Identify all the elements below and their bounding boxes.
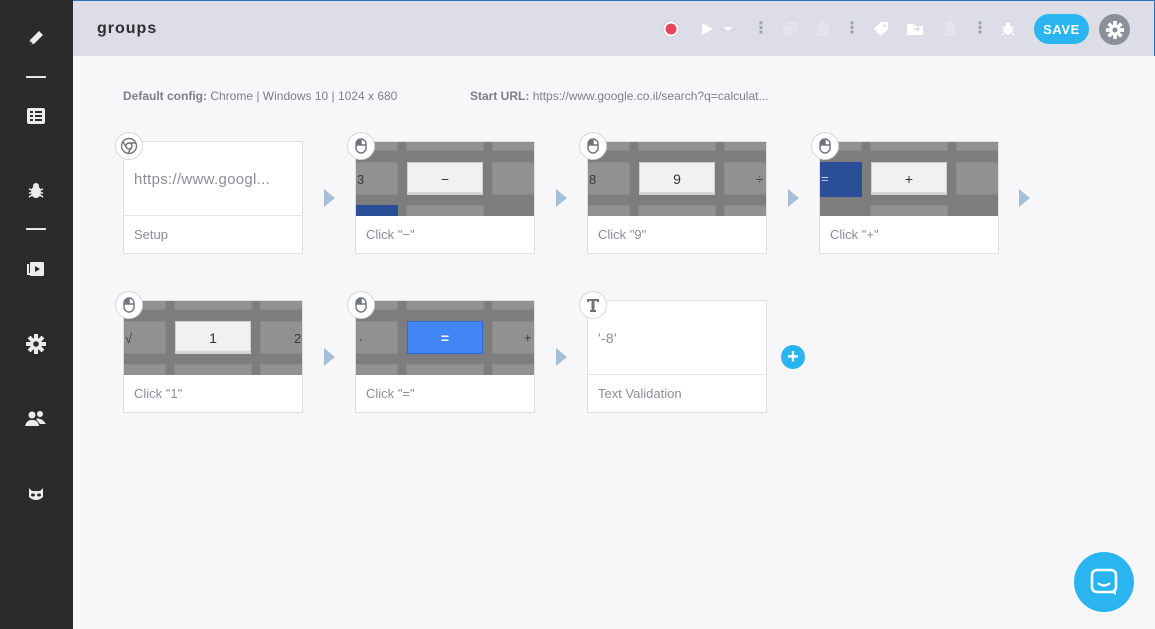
- settings-button[interactable]: [1099, 14, 1130, 45]
- more-icon[interactable]: ⋮: [751, 18, 771, 40]
- sidebar-divider: [26, 228, 46, 230]
- step-card[interactable]: √ 1 2 Click "1": [115, 291, 303, 413]
- step-thumbnail: 8 9 ÷: [588, 142, 766, 216]
- chevron-down-icon[interactable]: [721, 18, 735, 40]
- step-card[interactable]: . = + Click "=": [347, 291, 535, 413]
- toolbar: groups ⋮ ⋮ ⋮ SAVE: [73, 0, 1155, 56]
- bug-icon[interactable]: [22, 177, 50, 205]
- step-thumbnail: . = +: [356, 301, 534, 375]
- step-thumbnail: 3 −: [356, 142, 534, 216]
- step-arrow-icon: [1019, 189, 1030, 207]
- record-icon[interactable]: [661, 18, 681, 40]
- mouse-icon: [579, 132, 607, 160]
- mouse-icon: [347, 132, 375, 160]
- step-thumbnail: https://www.googl...: [124, 142, 302, 216]
- step-card[interactable]: = + Click "+": [811, 132, 999, 254]
- play-icon[interactable]: [697, 18, 717, 40]
- step-arrow-icon: [556, 348, 567, 366]
- step-caption: Click "=": [366, 386, 415, 401]
- step-caption: Click "9": [598, 227, 647, 242]
- step-thumbnail: '-8': [588, 301, 766, 375]
- add-step-button[interactable]: +: [781, 345, 805, 369]
- default-config-value[interactable]: Chrome | Windows 10 | 1024 x 680: [210, 89, 397, 103]
- tag-icon[interactable]: [871, 18, 891, 40]
- mouse-icon: [811, 132, 839, 160]
- step-card[interactable]: 8 9 ÷ Click "9": [579, 132, 767, 254]
- step-arrow-icon: [788, 189, 799, 207]
- start-url-value[interactable]: https://www.google.co.il/search?q=calcul…: [533, 89, 769, 103]
- bug-icon[interactable]: [998, 18, 1018, 40]
- paste-icon[interactable]: [813, 18, 833, 40]
- save-button[interactable]: SAVE: [1034, 14, 1089, 44]
- chat-icon: [1090, 568, 1118, 595]
- trash-icon[interactable]: [940, 18, 960, 40]
- start-url-label: Start URL:: [470, 89, 530, 103]
- step-arrow-icon: [556, 189, 567, 207]
- step-caption: Setup: [134, 227, 168, 242]
- step-card-validation[interactable]: '-8' Text Validation: [579, 291, 767, 413]
- chat-button[interactable]: [1074, 552, 1134, 612]
- pencil-icon[interactable]: [22, 24, 50, 52]
- users-icon[interactable]: [22, 405, 50, 433]
- step-caption: Click "+": [830, 227, 879, 242]
- step-thumbnail: √ 1 2: [124, 301, 302, 375]
- step-card[interactable]: 3 − Click "−": [347, 132, 535, 254]
- more-icon[interactable]: ⋮: [842, 18, 862, 40]
- default-config-label: Default config:: [123, 89, 207, 103]
- gear-icon: [1105, 20, 1124, 39]
- play-window-icon[interactable]: [22, 254, 50, 282]
- step-caption: Text Validation: [598, 386, 682, 401]
- chrome-icon: [115, 132, 143, 160]
- default-config: Default config: Chrome | Windows 10 | 10…: [123, 89, 397, 103]
- step-card-setup[interactable]: https://www.googl... Setup: [115, 132, 303, 254]
- copy-icon[interactable]: [780, 18, 800, 40]
- list-icon[interactable]: [22, 102, 50, 130]
- page-title: groups: [97, 20, 158, 37]
- step-arrow-icon: [324, 189, 335, 207]
- validation-value: '-8': [598, 330, 617, 346]
- more-icon[interactable]: ⋮: [970, 18, 990, 40]
- step-caption: Click "1": [134, 386, 183, 401]
- start-url: Start URL: https://www.google.co.il/sear…: [470, 89, 768, 103]
- step-arrow-icon: [324, 348, 335, 366]
- mask-icon[interactable]: [22, 480, 50, 508]
- text-icon: [579, 291, 607, 319]
- step-thumbnail: = +: [820, 142, 998, 216]
- sidebar-divider: [26, 76, 46, 78]
- setup-url-text: https://www.googl...: [134, 171, 271, 188]
- gear-icon[interactable]: [22, 330, 50, 358]
- sidebar: [0, 0, 73, 629]
- mouse-icon: [115, 291, 143, 319]
- step-caption: Click "−": [366, 227, 415, 242]
- mouse-icon: [347, 291, 375, 319]
- folder-move-icon[interactable]: [905, 18, 925, 40]
